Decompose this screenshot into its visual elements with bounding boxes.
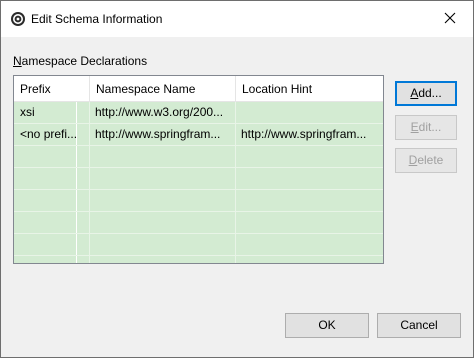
label-rest: amespace Declarations — [21, 54, 148, 68]
empty-table-row — [14, 168, 383, 190]
table-row[interactable]: <no prefi... http://www.springfram... ht… — [14, 124, 383, 146]
cancel-button[interactable]: Cancel — [377, 313, 461, 338]
cell-prefix: <no prefi... — [20, 127, 78, 141]
add-button[interactable]: Add... — [395, 81, 457, 106]
add-label-rest: dd... — [418, 86, 442, 100]
cell-namespace-name: http://www.w3.org/200... — [95, 105, 224, 119]
delete-mnemonic: D — [408, 153, 418, 167]
column-header-location-hint[interactable]: Location Hint — [235, 76, 383, 102]
cell-prefix: xsi — [20, 105, 35, 119]
column-header-namespace-name[interactable]: Namespace Name — [89, 76, 235, 102]
empty-table-row — [14, 234, 383, 256]
dialog-window: Edit Schema Information Namespace Declar… — [0, 0, 474, 358]
empty-table-row — [14, 212, 383, 234]
edit-label-rest: dit... — [418, 120, 442, 134]
cell-location-hint: http://www.springfram... — [241, 127, 367, 141]
window-title: Edit Schema Information — [31, 12, 163, 26]
table-body: xsi http://www.w3.org/200... <no prefi..… — [14, 102, 383, 263]
close-button[interactable] — [427, 1, 473, 37]
cell-namespace-name: http://www.springfram... — [95, 127, 221, 141]
label-mnemonic: N — [13, 54, 22, 68]
empty-table-row — [14, 190, 383, 212]
gear-app-icon — [10, 11, 26, 27]
namespace-table[interactable]: Prefix Namespace Name Location Hint xsi … — [13, 75, 384, 264]
edit-mnemonic: E — [410, 120, 419, 134]
table-header: Prefix Namespace Name Location Hint — [14, 76, 383, 102]
title-bar: Edit Schema Information — [1, 1, 473, 37]
table-row[interactable]: xsi http://www.w3.org/200... — [14, 102, 383, 124]
namespace-declarations-label: Namespace Declarations — [13, 53, 147, 69]
ok-button[interactable]: OK — [285, 313, 369, 338]
edit-button[interactable]: Edit... — [395, 115, 457, 140]
column-header-prefix[interactable]: Prefix — [14, 76, 87, 102]
empty-table-row — [14, 146, 383, 168]
cell-location-hint — [235, 102, 383, 124]
delete-label-rest: elete — [417, 153, 444, 167]
close-icon — [444, 12, 456, 27]
delete-button[interactable]: Delete — [395, 148, 457, 173]
